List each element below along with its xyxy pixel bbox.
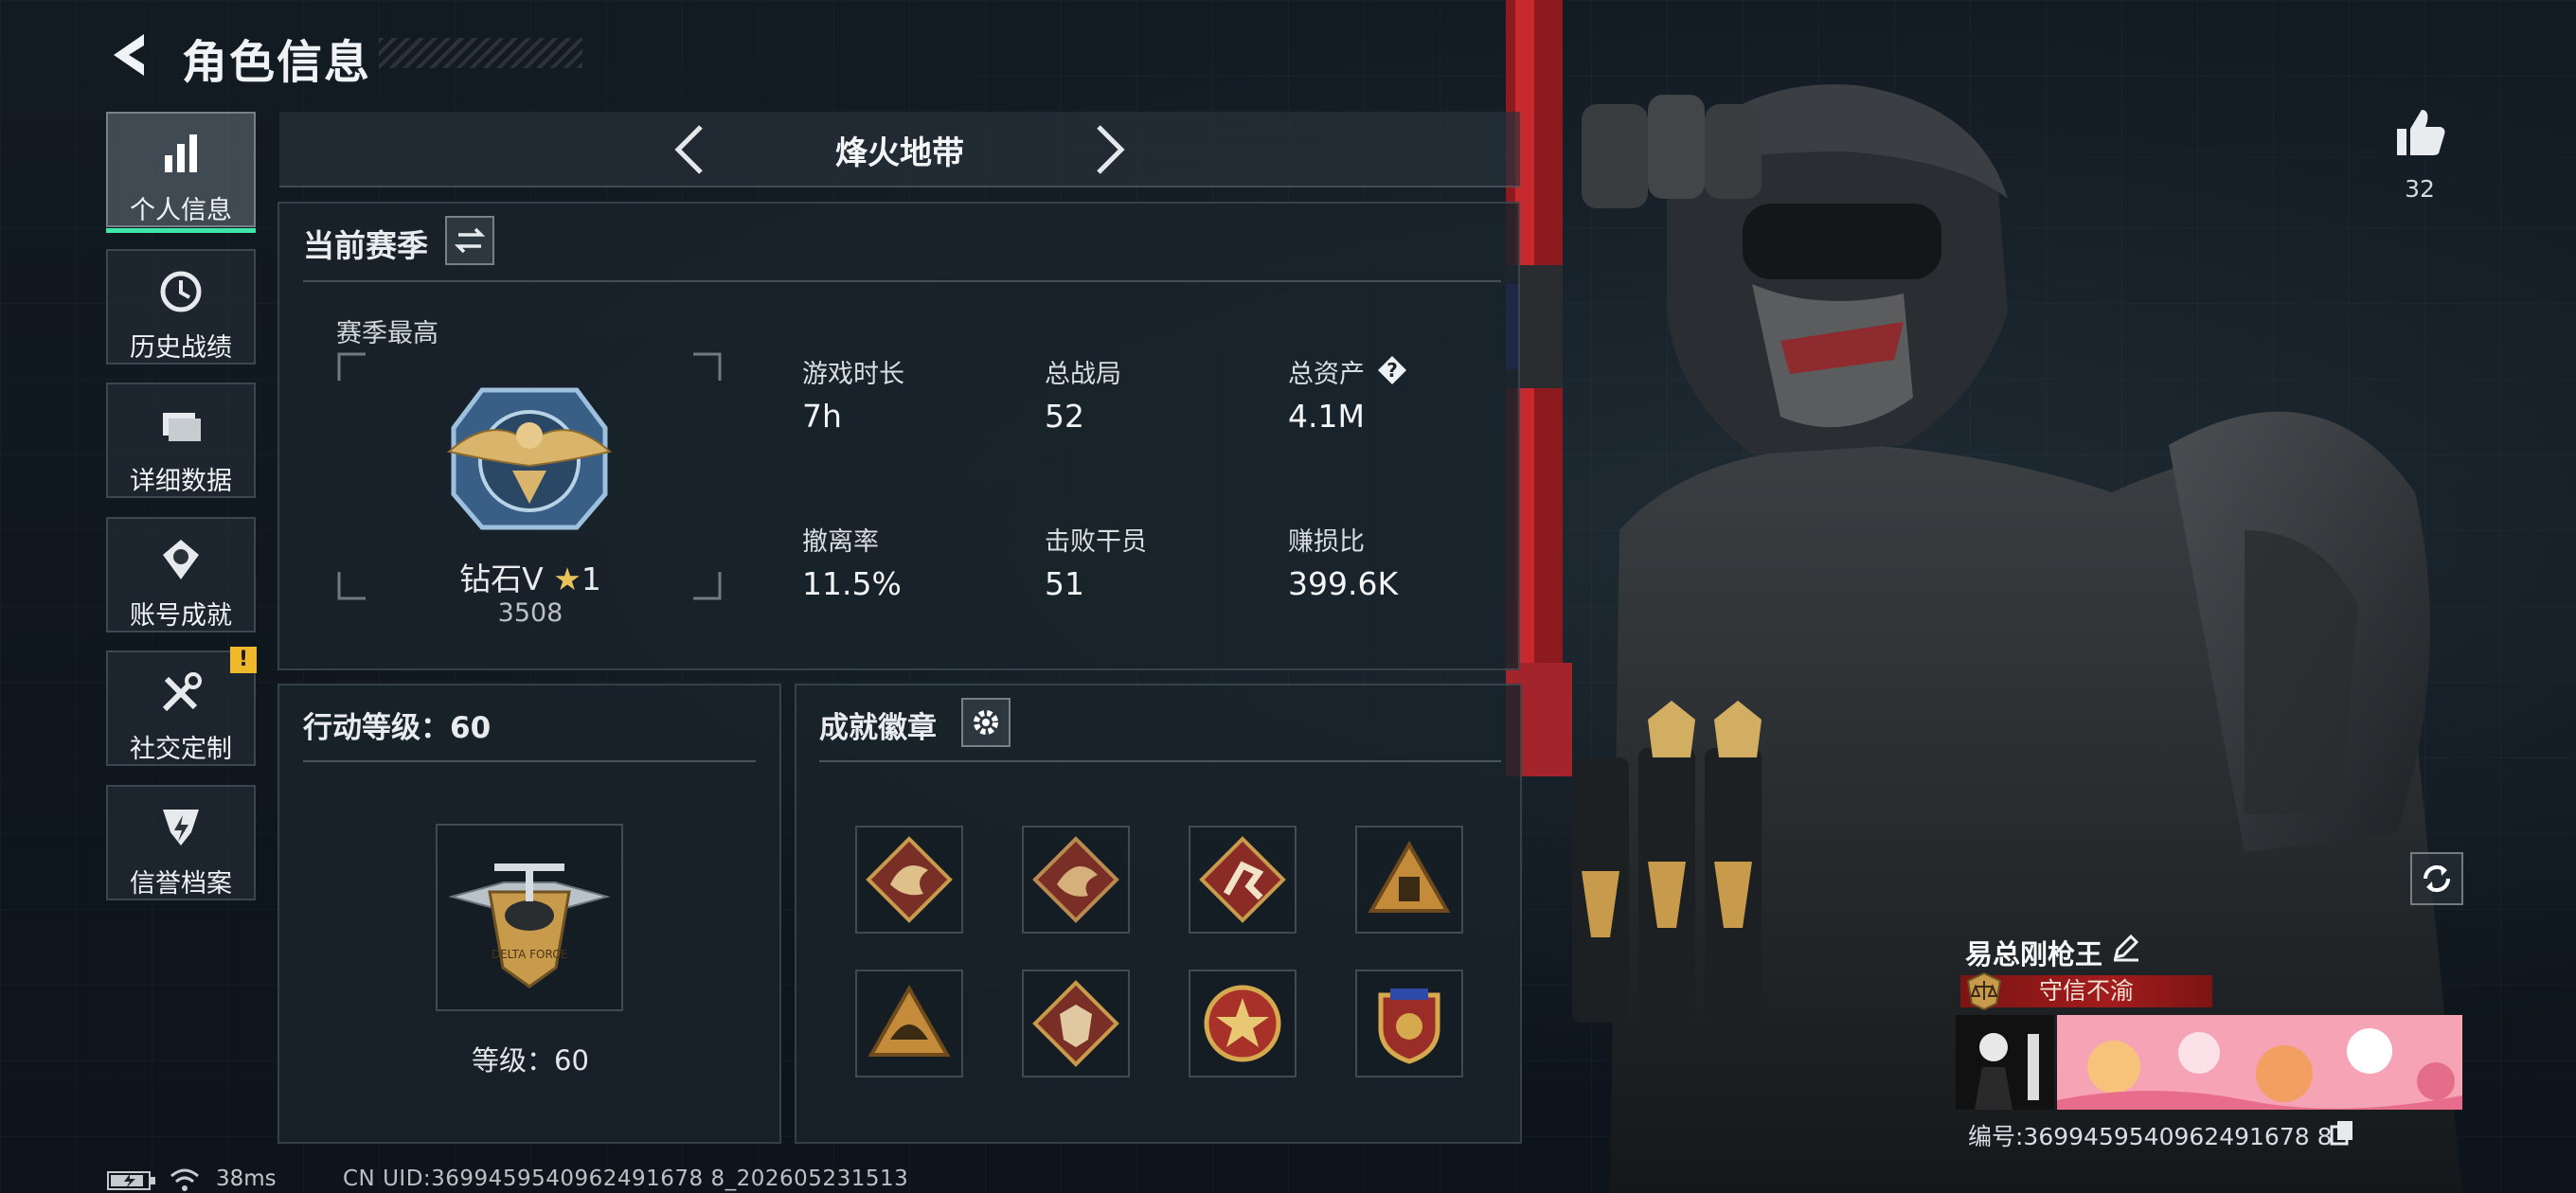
- diamond-rank-emblem: [446, 387, 613, 530]
- dragon-badge-icon: [866, 836, 953, 923]
- stat-value-total-matches: 52: [1045, 398, 1084, 435]
- stat-label-total-matches: 总战局: [1045, 360, 1121, 389]
- rank-star-icon: ★: [553, 561, 581, 597]
- refresh-button[interactable]: [2410, 852, 2463, 905]
- divider: [303, 760, 756, 762]
- notification-badge: !: [230, 647, 257, 673]
- achievement-badge-slot[interactable]: [1022, 826, 1130, 934]
- stat-label-profit-loss-ratio: 赚损比: [1288, 527, 1365, 557]
- achievement-badge-slot[interactable]: [1189, 826, 1297, 934]
- gear-icon: [974, 710, 998, 735]
- badges-settings-button[interactable]: [961, 698, 1011, 747]
- account-uid: CN UID:3699459540962491678 8_20260523151…: [343, 1166, 909, 1191]
- nav-item-credit-profile[interactable]: 信誉档案: [106, 785, 256, 900]
- edit-pencil-icon[interactable]: [2110, 931, 2142, 963]
- dragon-badge-icon: [1032, 836, 1119, 923]
- achievement-badge-slot[interactable]: [1189, 970, 1297, 1077]
- stat-value-total-assets: 4.1M: [1288, 398, 1365, 435]
- like-count: 32: [2405, 175, 2435, 203]
- back-arrow-icon[interactable]: [104, 27, 161, 83]
- stat-label-total-assets: 总资产: [1288, 360, 1365, 389]
- level-badge-text: DELTA FORCE: [492, 948, 567, 961]
- season-best-label: 赛季最高: [336, 319, 438, 348]
- refresh-icon: [2423, 864, 2451, 893]
- rank-star-count: 1: [581, 561, 601, 597]
- divider: [303, 280, 1501, 282]
- copy-icon[interactable]: [2328, 1117, 2356, 1146]
- star-emblem-badge-icon: [1204, 985, 1281, 1062]
- player-id: 编号:3699459540962491678 8: [1968, 1123, 2333, 1150]
- stat-label-play-time: 游戏时长: [802, 360, 904, 389]
- next-mode-arrow-icon[interactable]: [1080, 119, 1136, 180]
- nav-label: 信誉档案: [130, 869, 232, 899]
- divider: [819, 760, 1501, 762]
- level-badge-box: DELTA FORCE: [436, 824, 623, 1011]
- achievement-badge-slot[interactable]: [1022, 970, 1130, 1077]
- nav-item-detailed-data[interactable]: 详细数据: [106, 383, 256, 498]
- achievement-medal-icon: [108, 536, 254, 583]
- season-title: 当前赛季: [303, 227, 428, 264]
- player-banner-image: [2057, 1015, 2462, 1110]
- nav-label: 个人信息: [130, 196, 232, 225]
- stat-value-play-time: 7h: [802, 398, 842, 435]
- supply-triangle-badge-icon: [1368, 840, 1451, 913]
- credit-shield-icon: [108, 804, 254, 851]
- rank-score: 3508: [497, 598, 564, 628]
- bar-chart-icon: [108, 131, 254, 178]
- level-text: 等级：60: [472, 1044, 589, 1077]
- runner-badge-icon: [1199, 836, 1286, 923]
- stat-value-extraction-rate: 11.5%: [802, 565, 902, 602]
- nav-item-achievements[interactable]: 账号成就: [106, 517, 256, 632]
- achievement-badge-slot[interactable]: [1355, 970, 1463, 1077]
- page-title: 角色信息: [182, 36, 372, 89]
- beast-badge-icon: [1032, 980, 1119, 1067]
- nav-item-personal-info[interactable]: 个人信息: [106, 112, 256, 233]
- player-avatar[interactable]: [1956, 1015, 2054, 1110]
- shield-badge-icon: [1378, 988, 1440, 1064]
- battery-charging-icon: [107, 1171, 155, 1190]
- nav-label: 账号成就: [130, 601, 232, 631]
- rank-name: 钻石V: [459, 561, 544, 597]
- stat-value-operators-defeated: 51: [1045, 565, 1084, 602]
- helicopter-level-badge-icon: DELTA FORCE: [448, 864, 611, 988]
- achievement-badge-slot[interactable]: [855, 826, 963, 934]
- achievement-badge-slot[interactable]: [1355, 826, 1463, 934]
- achievement-badges-title: 成就徽章: [819, 711, 937, 745]
- season-switch-button[interactable]: [445, 216, 494, 265]
- player-name: 易总刚枪王: [1965, 938, 2103, 970]
- history-clock-icon: [108, 268, 254, 315]
- prev-mode-arrow-icon[interactable]: [663, 119, 720, 180]
- stat-label-operators-defeated: 击败干员: [1045, 527, 1147, 557]
- mode-title: 烽火地带: [835, 134, 964, 172]
- help-icon-glyph: ?: [1386, 359, 1398, 382]
- nav-label: 详细数据: [130, 467, 232, 496]
- nav-label: 历史战绩: [130, 333, 232, 363]
- swap-arrows-icon: [454, 227, 486, 254]
- title-decoration-stripes: [379, 38, 582, 68]
- rank-name-row: 钻石V ★1: [417, 554, 644, 599]
- nav-item-history[interactable]: 历史战绩: [106, 249, 256, 365]
- achievement-badge-slot[interactable]: [855, 970, 963, 1077]
- action-level-title: 行动等级：60: [303, 711, 492, 745]
- stat-value-profit-loss-ratio: 399.6K: [1288, 565, 1399, 602]
- ping-latency: 38ms: [216, 1166, 277, 1191]
- operator-character-image: [1506, 0, 2462, 1193]
- stat-label-extraction-rate: 撤离率: [802, 527, 879, 557]
- tools-icon: [108, 669, 254, 717]
- helmet-triangle-badge-icon: [868, 984, 951, 1057]
- nav-label: 社交定制: [130, 735, 232, 764]
- thumbs-up-icon[interactable]: [2391, 104, 2448, 161]
- help-icon[interactable]: ?: [1376, 354, 1408, 386]
- folder-icon: [108, 401, 254, 449]
- credit-status-text: 守信不渝: [2038, 977, 2134, 1005]
- wifi-icon: [170, 1168, 199, 1191]
